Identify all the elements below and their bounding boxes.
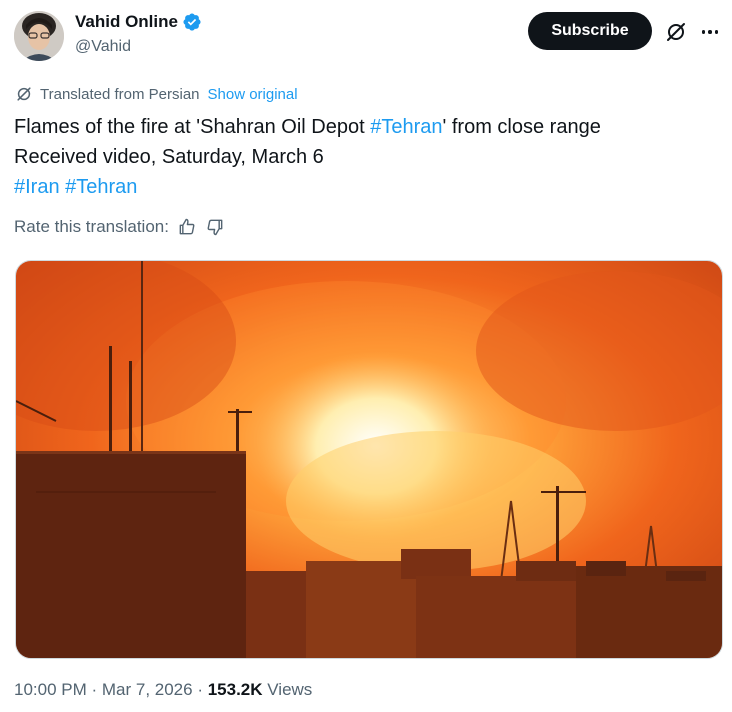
- tweet-line-3: #Iran #Tehran: [14, 172, 714, 202]
- author-handle[interactable]: @Vahid: [75, 38, 131, 56]
- tweet-date[interactable]: Mar 7, 2026: [102, 680, 193, 699]
- author-name-row[interactable]: Vahid Online: [75, 12, 202, 32]
- grok-icon: [667, 23, 685, 41]
- hashtag-link[interactable]: #Tehran: [370, 116, 442, 138]
- thumbs-up-icon[interactable]: [177, 217, 197, 237]
- tweet-meta: 10:00 PM · Mar 7, 2026 · 153.2K Views: [14, 680, 313, 699]
- more-icon: [701, 30, 706, 34]
- subscribe-button[interactable]: Subscribe: [528, 12, 652, 50]
- thumbs-down-icon[interactable]: [205, 217, 225, 237]
- avatar[interactable]: [14, 11, 64, 61]
- tweet-line-2: Received video, Saturday, March 6: [14, 146, 324, 168]
- rate-translation-label: Rate this translation:: [14, 217, 169, 236]
- tweet-time[interactable]: 10:00 PM: [14, 680, 87, 699]
- avatar-image: [14, 11, 64, 61]
- tweet-line-1: Flames of the fire at 'Shahran Oil Depot…: [14, 116, 601, 138]
- translate-icon: [17, 87, 31, 101]
- show-original-link[interactable]: Show original: [208, 86, 298, 103]
- tweet-media-video[interactable]: [15, 260, 723, 659]
- views-label: Views: [262, 680, 313, 699]
- fire-video-frame: [16, 261, 722, 658]
- translation-notice: Translated from Persian Show original: [14, 84, 298, 104]
- rate-translation: Rate this translation:: [14, 217, 225, 237]
- verified-badge-icon[interactable]: [182, 12, 202, 32]
- tweet-text: Flames of the fire at 'Shahran Oil Depot…: [14, 112, 714, 202]
- more-button[interactable]: [698, 20, 722, 44]
- grok-button[interactable]: [664, 20, 688, 44]
- author-display-name[interactable]: Vahid Online: [75, 12, 178, 32]
- views-count: 153.2K: [207, 680, 263, 699]
- hashtag-link[interactable]: #Tehran: [65, 176, 137, 198]
- hashtag-link[interactable]: #Iran: [14, 176, 60, 198]
- translation-notice-text: Translated from Persian: [40, 85, 200, 103]
